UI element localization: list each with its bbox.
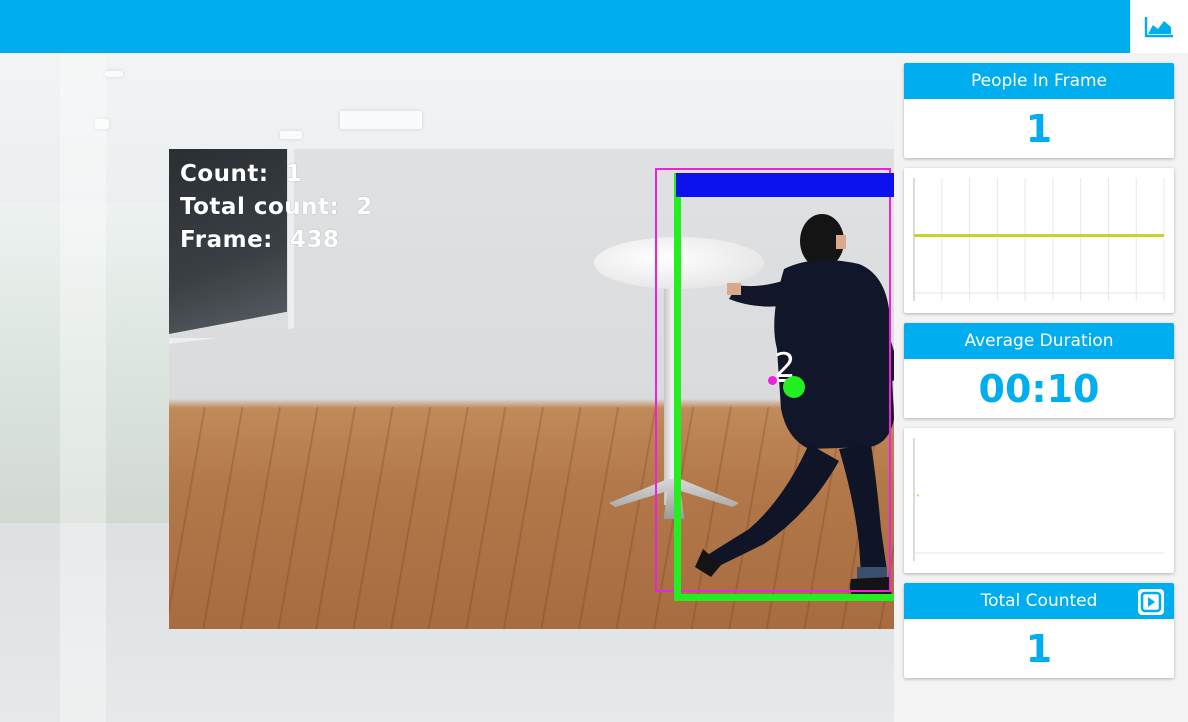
- total-counted-value: 1: [1025, 626, 1053, 671]
- track-centroid: [783, 376, 805, 398]
- chart-toggle-button[interactable]: [1130, 0, 1188, 53]
- overlay-total-count: Total count: 2: [180, 194, 373, 220]
- overlay-count-label: Count:: [180, 161, 269, 187]
- total-counted-header: Total Counted: [904, 583, 1174, 619]
- duration-sparkline: [913, 438, 1164, 561]
- overlay-total-value: 2: [356, 194, 373, 220]
- pillar: [60, 53, 106, 722]
- area-chart-icon: [1144, 16, 1173, 37]
- people-in-frame-label: People In Frame: [904, 63, 1174, 99]
- ceiling-light: [105, 71, 123, 77]
- overlay-count-value: 1: [285, 161, 303, 187]
- total-counted-card: Total Counted 1: [904, 583, 1174, 678]
- overlay-frame-value: 438: [289, 227, 340, 253]
- people-in-frame-chart: [904, 168, 1174, 313]
- total-counted-label: Total Counted: [980, 591, 1098, 611]
- overlay-frame: Frame: 438: [180, 227, 339, 253]
- top-bar: [0, 0, 1130, 53]
- average-duration-label: Average Duration: [904, 323, 1174, 359]
- average-duration-card: Average Duration 00:10: [904, 323, 1174, 418]
- play-button[interactable]: [1138, 589, 1164, 615]
- people-in-frame-value: 1: [1025, 106, 1053, 151]
- series-point: [917, 494, 919, 497]
- overlay-frame-label: Frame:: [180, 227, 273, 253]
- people-in-frame-card: People In Frame 1: [904, 63, 1174, 158]
- average-duration-value: 00:10: [978, 366, 1100, 411]
- play-icon: [1140, 591, 1162, 613]
- people-in-frame-sparkline: [913, 178, 1165, 301]
- duration-chart: [904, 428, 1174, 573]
- overlay-count: Count: 1: [180, 161, 302, 187]
- overlay-total-label: Total count:: [180, 194, 340, 220]
- ceiling-light: [340, 111, 422, 129]
- ceiling-light: [280, 131, 302, 139]
- video-feed: Count: 1 Total count: 2 Frame: 438 2: [169, 149, 894, 629]
- track-point-magenta: [768, 376, 777, 385]
- tracking-label-bar: [676, 173, 894, 197]
